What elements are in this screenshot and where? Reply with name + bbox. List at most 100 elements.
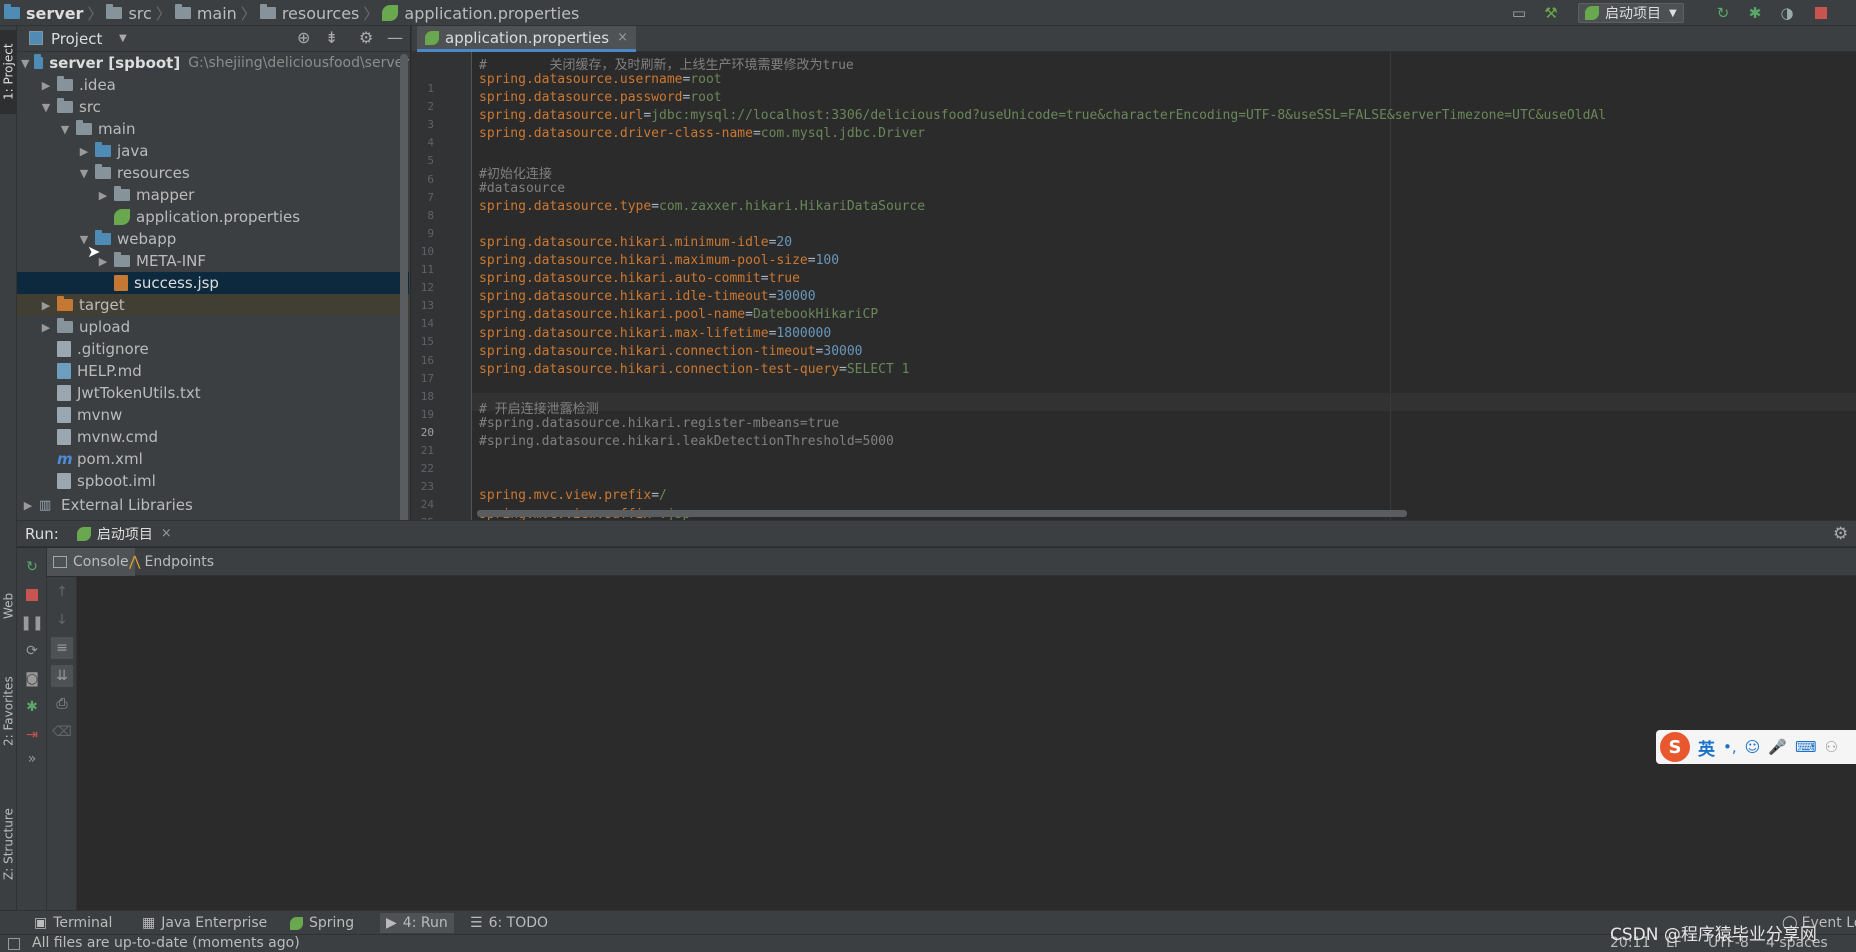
camera-dump-icon[interactable]: ◙ [21,668,43,690]
tree-item-meta-inf[interactable]: ▶ META-INF [17,250,409,272]
open-in-terminal-icon[interactable]: ▭ [1508,3,1530,23]
build-hammer-icon[interactable]: ⚒ [1540,3,1562,23]
microphone-icon[interactable]: 🎤 [1768,738,1787,756]
favorites-tool-tab[interactable]: 2: Favorites [0,666,17,756]
run-config-selector[interactable]: 启动项目 ▼ [1578,3,1684,23]
pause-icon[interactable]: ❚❚ [20,612,43,634]
tree-item-mvnw[interactable]: mvnw [17,404,409,426]
rerun-icon[interactable]: ↻ [21,556,43,578]
spring-leaf-icon [76,526,91,541]
close-icon[interactable]: × [617,30,628,45]
ime-toolbar[interactable]: S 英 •, ☺ 🎤 ⌨ ⚇ [1656,730,1856,764]
trash-icon[interactable]: ⌫ [51,721,73,743]
tree-item-server[interactable]: ▼ server [spboot] G:\shejiing\deliciousf… [17,52,409,74]
tree-item-spboot-iml[interactable]: spboot.iml [17,470,409,492]
tree-item-jwttokenutils[interactable]: JwtTokenUtils.txt [17,382,409,404]
tree-item-java[interactable]: ▶ java [17,140,409,162]
chevron-down-icon[interactable]: ▼ [119,33,127,44]
close-icon[interactable]: × [161,526,172,541]
tree-item-success-jsp[interactable]: success.jsp [17,272,409,294]
user-icon[interactable]: ⚇ [1825,738,1838,756]
more-icon[interactable]: » [21,748,43,770]
tab-endpoints[interactable]: ⋀ Endpoints [123,548,220,576]
tree-item-src[interactable]: ▼ src [17,96,409,118]
tree-item-target[interactable]: ▶ target [17,294,409,316]
debug-bug-icon[interactable]: ✱ [21,696,43,718]
tree-item-resources[interactable]: ▼ resources [17,162,409,184]
stop-icon[interactable] [21,584,43,606]
toggle-tool-windows-icon[interactable] [8,938,20,950]
package-folder-icon [114,186,130,201]
breadcrumb-item-main[interactable]: main [197,4,237,23]
editor-horizontal-scrollbar[interactable] [477,510,1407,517]
tree-item-mapper[interactable]: ▶ mapper [17,184,409,206]
run-config-tab[interactable]: 启动项目 × [76,524,172,544]
tree-item-application-properties[interactable]: application.properties [17,206,409,228]
breadcrumb-item-src[interactable]: src [128,4,151,23]
tree-item-help-md[interactable]: HELP.md [17,360,409,382]
tree-item-mvnw-cmd[interactable]: mvnw.cmd [17,426,409,448]
code-line: spring.datasource.hikari.pool-name=Dateb… [479,307,878,322]
spring-properties-icon [114,209,130,225]
property-key: spring.datasource.url [479,108,644,123]
project-tool-tab[interactable]: 1: Project [0,30,17,114]
tab-todo[interactable]: ☰ 6: TODO [470,913,548,933]
breadcrumb-item-server[interactable]: server [26,4,83,23]
tree-item-upload[interactable]: ▶ upload [17,316,409,338]
restore-layout-icon[interactable]: ⟳ [21,640,43,662]
emoji-icon[interactable]: ☺ [1745,738,1761,756]
collapsed-arrow-icon[interactable]: ▶ [39,79,53,92]
editor-area: application.properties × 1 2 3 4 5 6 7 8 9 10 11 12… [411,26,1856,548]
editor-tab-application-properties[interactable]: application.properties × [417,26,636,52]
tree-item-idea[interactable]: ▶ .idea [17,74,409,96]
scroll-to-end-icon[interactable]: ⇊ [51,665,73,687]
tab-spring[interactable]: Spring [290,913,354,933]
hide-minus-icon[interactable]: — [387,28,403,47]
tree-item-webapp[interactable]: ▼ webapp [17,228,409,250]
breadcrumb-item-file[interactable]: application.properties [404,4,579,23]
tab-run[interactable]: ▶ 4: Run [380,913,454,933]
stop-icon[interactable] [1810,3,1832,23]
chevron-right-icon: 〉 [87,4,103,23]
tree-item-main[interactable]: ▼ main [17,118,409,140]
up-arrow-icon[interactable]: ↑ [51,581,73,603]
collapsed-arrow-icon[interactable]: ▶ [77,145,91,158]
expanded-arrow-icon[interactable]: ▼ [39,101,53,114]
expanded-arrow-icon[interactable]: ▼ [77,167,91,180]
collapsed-arrow-icon[interactable]: ▶ [39,299,53,312]
rerun-icon[interactable]: ↻ [1712,3,1734,23]
print-icon[interactable]: ⎙ [51,693,73,715]
tree-item-pom-xml[interactable]: m pom.xml [17,448,409,470]
project-scrollbar[interactable] [400,54,408,524]
project-panel-title[interactable]: Project [51,30,102,48]
tab-java-enterprise[interactable]: ▦ Java Enterprise [142,913,267,933]
collapsed-arrow-icon[interactable]: ▶ [96,189,110,202]
structure-tool-tab[interactable]: Z: Structure [0,792,17,896]
gear-icon[interactable]: ⚙ [1833,524,1848,544]
collapsed-arrow-icon[interactable]: ▶ [39,321,53,334]
project-view-icon [29,31,43,45]
coverage-icon[interactable]: ◑ [1776,3,1798,23]
expanded-arrow-icon[interactable]: ▼ [58,123,72,136]
locate-crosshair-icon[interactable]: ⊕ [297,28,310,47]
keyboard-icon[interactable]: ⌨ [1795,738,1817,756]
expanded-arrow-icon[interactable]: ▼ [21,57,30,70]
debug-bug-icon[interactable]: ✱ [1744,3,1766,23]
ime-language[interactable]: 英 [1698,735,1715,760]
collapsed-arrow-icon[interactable]: ▶ [21,499,35,512]
soft-wrap-icon[interactable]: ≡ [51,637,73,659]
tree-item-external-libraries[interactable]: ▶ ▥ External Libraries [17,494,409,516]
tree-item-label: main [98,120,136,138]
breadcrumb-item-resources[interactable]: resources [282,4,360,23]
tab-terminal[interactable]: ▣ Terminal [34,913,112,933]
gear-icon[interactable]: ⚙ [359,28,373,47]
tab-console[interactable]: Console [47,548,135,576]
console-output[interactable] [77,577,1856,911]
exit-icon[interactable]: ⇥ [21,724,43,746]
tree-item-gitignore[interactable]: .gitignore [17,338,409,360]
punctuation-icon[interactable]: •, [1723,738,1737,756]
web-tool-tab[interactable]: Web [0,586,17,626]
down-arrow-icon[interactable]: ↓ [51,609,73,631]
current-line-highlight [472,393,1856,411]
collapse-all-icon[interactable]: ⇟ [325,28,338,47]
